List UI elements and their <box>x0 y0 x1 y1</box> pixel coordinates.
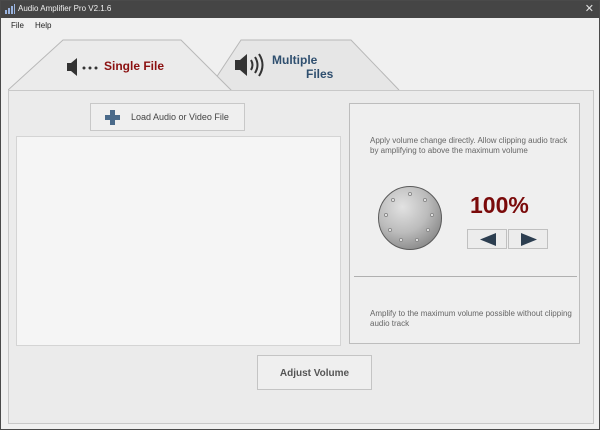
description-bottom: Amplify to the maximum volume possible w… <box>370 309 572 328</box>
knob-marker <box>426 228 430 232</box>
speaker-waves-icon <box>235 53 264 77</box>
app-window: Audio Amplifier Pro V2.1.6 ✕ File Help M… <box>0 0 600 430</box>
tab-single-file[interactable]: Single File <box>8 38 233 94</box>
tab-multiple-label-line1: Multiple <box>272 53 318 67</box>
volume-increase-button[interactable] <box>508 229 548 249</box>
app-logo-icon <box>5 4 15 14</box>
knob-marker <box>415 238 419 242</box>
menu-file[interactable]: File <box>11 21 24 30</box>
menu-help[interactable]: Help <box>35 21 51 30</box>
adjust-volume-label: Adjust Volume <box>279 368 350 379</box>
tab-single-label: Single File <box>104 59 165 73</box>
knob-marker <box>391 198 395 202</box>
knob-marker <box>430 213 434 217</box>
arrow-right-icon <box>521 233 537 246</box>
volume-panel: Apply volume change directly. Allow clip… <box>349 103 580 344</box>
adjust-volume-button[interactable]: Adjust Volume <box>257 355 372 390</box>
close-icon[interactable]: ✕ <box>585 2 594 16</box>
load-file-button[interactable]: Load Audio or Video File <box>90 103 245 131</box>
load-file-label: Load Audio or Video File <box>131 112 229 122</box>
knob-marker <box>388 228 392 232</box>
arrow-left-icon <box>480 233 496 246</box>
menu-bar: File Help <box>1 18 599 34</box>
volume-knob[interactable] <box>378 186 442 250</box>
speaker-dots-icon <box>67 58 98 76</box>
knob-marker <box>423 198 427 202</box>
knob-marker <box>408 192 412 196</box>
tab-multiple-files[interactable]: Multiple Files <box>206 38 401 93</box>
knob-marker <box>384 213 388 217</box>
knob-marker <box>399 238 403 242</box>
volume-decrease-button[interactable] <box>467 229 507 249</box>
volume-percent: 100% <box>470 192 529 218</box>
title-bar: Audio Amplifier Pro V2.1.6 ✕ <box>1 1 599 18</box>
window-title: Audio Amplifier Pro V2.1.6 <box>18 4 112 13</box>
description-top: Apply volume change directly. Allow clip… <box>370 136 568 155</box>
plus-icon <box>105 110 120 125</box>
panel-divider <box>354 276 577 277</box>
file-list[interactable] <box>16 136 341 346</box>
tab-multiple-label-line2: Files <box>306 67 334 81</box>
